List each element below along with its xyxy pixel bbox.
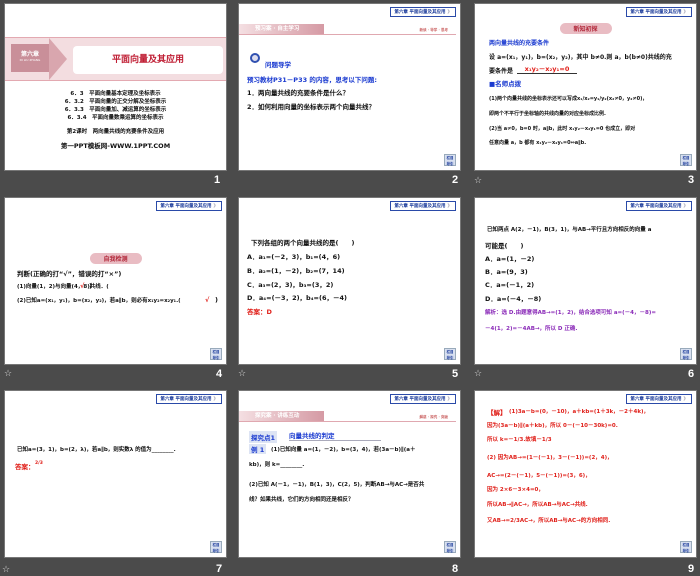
section-subtitle: 解惑 · 探究 · 突破 [419, 415, 448, 419]
slide-thumbnail-6[interactable]: 第六章 平面向量及其应用 已知两点 A(2，－1)，B(3，1)，与AB→平行且… [474, 197, 697, 365]
slide-number-4: 4 [216, 368, 223, 380]
nav-button[interactable]: 栏目导引 [444, 348, 456, 360]
section-pill: 自我检测 [89, 253, 142, 264]
heading: 问题导学 [265, 61, 291, 69]
slide-thumbnail-8[interactable]: 第六章 平面向量及其应用 探究案 · 讲练互动 解惑 · 探究 · 突破 探究点… [238, 390, 461, 558]
heading: 两向量共线的充要条件 [489, 40, 550, 47]
transition-star-icon[interactable]: ☆ [2, 565, 10, 575]
answer-blank: x₁y₂－x₂y₁=0 [517, 63, 577, 74]
section-header: 预习案 · 自主学习 [239, 24, 324, 34]
nav-button[interactable]: 栏目导引 [680, 348, 692, 360]
slide-thumbnail-9[interactable]: 第六章 平面向量及其应用 【解】 (1)3a－b=(0，－10)，a＋kb=(1… [474, 390, 697, 558]
transition-star-icon[interactable]: ☆ [474, 176, 482, 186]
chapter-tag: 第六章 DI LIU ZHANG [11, 44, 49, 72]
nav-button[interactable]: 栏目导引 [680, 154, 692, 166]
transition-star-icon[interactable]: ☆ [474, 369, 482, 379]
transition-star-icon[interactable]: ☆ [238, 369, 246, 379]
chapter-arrow [49, 38, 67, 80]
question-2: 2．如何利用向量的坐标表示两个向量共线？ [247, 103, 376, 111]
slide-thumbnail-4[interactable]: 第六章 平面向量及其应用 自我检测 判断(正确的打“√”，错误的打“×”) (1… [4, 197, 227, 365]
section-divider [239, 34, 456, 35]
section-pill: 新知初探 [559, 23, 612, 34]
slide-number-6: 6 [688, 368, 695, 380]
slide-thumbnail-7[interactable]: 第六章 平面向量及其应用 已知a=(3，1)，b=(2，λ)，若a∥b，则实数λ… [4, 390, 227, 558]
chapter-badge: 第六章 平面向量及其应用 [626, 394, 692, 404]
chapter-badge: 第六章 平面向量及其应用 [626, 201, 692, 211]
title-box: 平面向量及其应用 [73, 46, 223, 74]
smiley-icon [250, 53, 260, 63]
slide-thumbnail-3[interactable]: 第六章 平面向量及其应用 新知初探 两向量共线的充要条件 设 a=(x₁，y₁)… [474, 3, 697, 171]
slide-number-2: 2 [452, 174, 459, 186]
slide-number-9: 9 [688, 563, 695, 575]
intro: 预习教材P31－P33 的内容，思考以下问题: [247, 76, 377, 84]
slide-thumbnail-2[interactable]: 第六章 平面向量及其应用 预习案 · 自主学习 新读 · 导学 · 思考 问题导… [238, 3, 461, 171]
chapter-badge: 第六章 平面向量及其应用 [390, 7, 456, 17]
slide-number-7: 7 [216, 563, 223, 575]
subtitle-list: 6．3 平面向量基本定理及坐标表示 6．3.2 平面向量的正交分解及坐标表示 6… [60, 91, 171, 150]
slide-number-3: 3 [688, 174, 695, 186]
slide-thumbnail-5[interactable]: 第六章 平面向量及其应用 下列各组的两个向量共线的是( ) A．a₁=(－2，3… [238, 197, 461, 365]
nav-button[interactable]: 栏目导引 [210, 348, 222, 360]
chapter-badge: 第六章 平面向量及其应用 [626, 7, 692, 17]
question-1: 1．两向量共线的充要条件是什么？ [247, 89, 350, 97]
slide-thumbnail-1[interactable]: 第六章 DI LIU ZHANG 平面向量及其应用 6．3 平面向量基本定理及坐… [4, 3, 227, 171]
nav-button[interactable]: 栏目导引 [210, 541, 222, 553]
section-divider [239, 421, 456, 422]
slide-number-1: 1 [214, 174, 221, 186]
transition-star-icon[interactable]: ☆ [4, 369, 12, 379]
nav-button[interactable]: 栏目导引 [444, 154, 456, 166]
slide-number-8: 8 [452, 563, 459, 575]
section-header: 探究案 · 讲练互动 [239, 411, 324, 421]
section-subtitle: 新读 · 导学 · 思考 [419, 28, 448, 32]
chapter-badge: 第六章 平面向量及其应用 [390, 201, 456, 211]
nav-button[interactable]: 栏目导引 [680, 541, 692, 553]
chapter-badge: 第六章 平面向量及其应用 [390, 394, 456, 404]
slide-number-5: 5 [452, 368, 459, 380]
nav-button[interactable]: 栏目导引 [444, 541, 456, 553]
chapter-badge: 第六章 平面向量及其应用 [156, 201, 222, 211]
chapter-badge: 第六章 平面向量及其应用 [156, 394, 222, 404]
